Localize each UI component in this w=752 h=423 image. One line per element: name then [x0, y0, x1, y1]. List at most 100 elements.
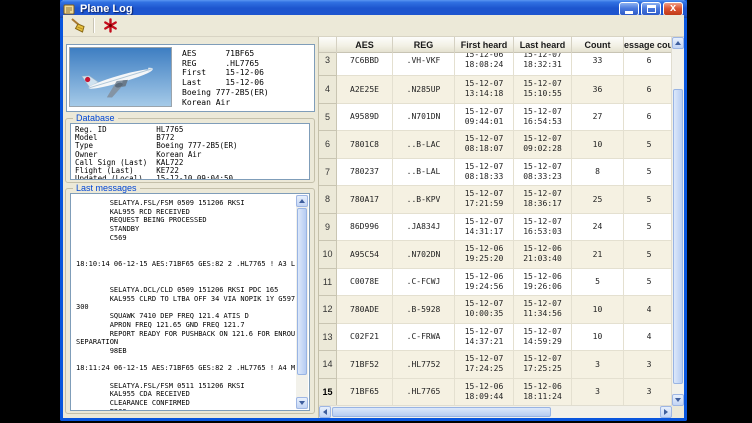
- cell-count: 21: [572, 241, 624, 269]
- cell-aes: 86D996: [337, 214, 393, 242]
- scroll-thumb[interactable]: [332, 407, 551, 417]
- cell-count: 10: [572, 131, 624, 159]
- messages-textbox[interactable]: SELATYA.FSL/FSM 0509 151206 RKSI KAL955 …: [70, 193, 310, 411]
- column-header-last-heard[interactable]: Last heard: [514, 37, 572, 53]
- minimize-button[interactable]: [619, 2, 639, 16]
- scroll-thumb[interactable]: [297, 208, 307, 375]
- scrollbar-corner: [672, 406, 684, 418]
- cell-reg: .C-FCWJ: [393, 269, 455, 297]
- cell-reg: .N702DN: [393, 241, 455, 269]
- cell-aes: 71BF65: [337, 379, 393, 407]
- scroll-thumb[interactable]: [673, 89, 683, 384]
- table-row[interactable]: 67801C8..B-LAC15-12-07 08:18:0715-12-07 …: [319, 131, 672, 159]
- table-vscrollbar[interactable]: [671, 37, 684, 406]
- maximize-button[interactable]: [641, 2, 661, 16]
- cell-reg: ..B-LAL: [393, 159, 455, 187]
- cell-reg: ..B-LAC: [393, 131, 455, 159]
- scroll-up-button[interactable]: [296, 195, 308, 207]
- cell-message-count: 6: [624, 76, 672, 104]
- cell-reg: .N701DN: [393, 104, 455, 132]
- table-row[interactable]: 1471BF52.HL775215-12-07 17:24:2515-12-07…: [319, 351, 672, 379]
- arrow-up-icon: [299, 199, 305, 203]
- cell-count: 10: [572, 324, 624, 352]
- close-button[interactable]: x: [663, 2, 683, 16]
- arrow-down-icon: [299, 401, 305, 405]
- table-row[interactable]: 13C02F21.C-FRWA15-12-07 14:37:2115-12-07…: [319, 324, 672, 352]
- row-number: 15: [319, 379, 337, 407]
- cell-last-heard: 15-12-07 16:54:53: [514, 104, 572, 132]
- plane-log-window: Plane Log x: [60, 0, 687, 421]
- table-row[interactable]: 4A2E25E.N285UP15-12-07 13:14:1815-12-07 …: [319, 76, 672, 104]
- column-header-first-heard[interactable]: First heard: [455, 37, 514, 53]
- cell-first-heard: 15-12-07 10:00:35: [455, 296, 514, 324]
- table-hscrollbar[interactable]: [319, 405, 672, 418]
- table-body: 37C6BBD.VH-VKF15-12-06 18:08:2415-12-07 …: [319, 53, 672, 406]
- arrow-left-icon: [323, 409, 327, 415]
- scroll-up-button[interactable]: [672, 37, 684, 49]
- cell-reg: .HL7752: [393, 351, 455, 379]
- database-box: Reg. ID HL7765 Model B772 Type Boeing 77…: [70, 123, 310, 180]
- cell-message-count: 4: [624, 324, 672, 352]
- cell-aes: 71BF52: [337, 351, 393, 379]
- cell-first-heard: 15-12-07 08:18:33: [455, 159, 514, 187]
- cell-last-heard: 15-12-07 16:53:03: [514, 214, 572, 242]
- row-number: 13: [319, 324, 337, 352]
- cell-last-heard: 15-12-07 18:36:17: [514, 186, 572, 214]
- cell-reg: .B-5928: [393, 296, 455, 324]
- column-header-reg[interactable]: REG: [393, 37, 455, 53]
- table-row[interactable]: 7780237..B-LAL15-12-07 08:18:3315-12-07 …: [319, 159, 672, 187]
- row-number: 11: [319, 269, 337, 297]
- column-header-message-count[interactable]: Message count: [624, 37, 675, 53]
- cell-reg: ..B-KPV: [393, 186, 455, 214]
- cell-message-count: 5: [624, 131, 672, 159]
- row-number: 14: [319, 351, 337, 379]
- arrow-up-icon: [675, 41, 681, 45]
- table-row[interactable]: 986D996.JA834J15-12-07 14:31:1715-12-07 …: [319, 214, 672, 242]
- cell-aes: 780ADE: [337, 296, 393, 324]
- cell-count: 5: [572, 269, 624, 297]
- database-group: Database Reg. ID HL7765 Model B772 Type …: [65, 113, 315, 183]
- scroll-down-button[interactable]: [672, 394, 684, 406]
- cell-message-count: 5: [624, 214, 672, 242]
- messages-scrollbar[interactable]: [296, 195, 308, 409]
- cell-reg: .VH-VKF: [393, 53, 455, 76]
- table-row[interactable]: 1571BF65.HL776515-12-06 18:09:4415-12-06…: [319, 379, 672, 407]
- cell-aes: A9589D: [337, 104, 393, 132]
- cell-first-heard: 15-12-06 18:09:44: [455, 379, 514, 407]
- minimize-icon: [625, 11, 633, 14]
- cell-first-heard: 15-12-06 18:08:24: [455, 53, 514, 76]
- cell-first-heard: 15-12-06 19:24:56: [455, 269, 514, 297]
- arrow-right-icon: [664, 409, 668, 415]
- scroll-right-button[interactable]: [660, 406, 672, 418]
- cell-aes: 780A17: [337, 186, 393, 214]
- stop-button[interactable]: [98, 16, 122, 35]
- arrow-down-icon: [675, 398, 681, 402]
- table-row[interactable]: 10A95C54.N702DN15-12-06 19:25:2015-12-06…: [319, 241, 672, 269]
- table-row[interactable]: 37C6BBD.VH-VKF15-12-06 18:08:2415-12-07 …: [319, 53, 672, 76]
- scroll-down-button[interactable]: [296, 397, 308, 409]
- row-number: 4: [319, 76, 337, 104]
- table-row[interactable]: 12780ADE.B-592815-12-07 10:00:3515-12-07…: [319, 296, 672, 324]
- cell-count: 36: [572, 76, 624, 104]
- column-header-count[interactable]: Count: [572, 37, 624, 53]
- clear-log-button[interactable]: [66, 16, 90, 35]
- row-number: 5: [319, 104, 337, 132]
- table-row[interactable]: 11C0078E.C-FCWJ15-12-06 19:24:5615-12-06…: [319, 269, 672, 297]
- cell-first-heard: 15-12-07 14:37:21: [455, 324, 514, 352]
- cell-last-heard: 15-12-07 17:25:25: [514, 351, 572, 379]
- cell-count: 3: [572, 351, 624, 379]
- cell-last-heard: 15-12-07 09:02:28: [514, 131, 572, 159]
- toolbar-separator: [93, 18, 95, 33]
- row-number: 12: [319, 296, 337, 324]
- column-header-aes[interactable]: AES: [337, 37, 393, 53]
- cell-reg: .JA834J: [393, 214, 455, 242]
- table-row[interactable]: 5A9589D.N701DN15-12-07 09:44:0115-12-07 …: [319, 104, 672, 132]
- table-header: AESREGFirst heardLast heardCountMessage …: [319, 37, 672, 53]
- cell-reg: .C-FRWA: [393, 324, 455, 352]
- cell-count: 33: [572, 53, 624, 76]
- cell-reg: .HL7765: [393, 379, 455, 407]
- table-row[interactable]: 8780A17..B-KPV15-12-07 17:21:5915-12-07 …: [319, 186, 672, 214]
- scroll-left-button[interactable]: [319, 406, 331, 418]
- cell-count: 27: [572, 104, 624, 132]
- cell-message-count: 5: [624, 159, 672, 187]
